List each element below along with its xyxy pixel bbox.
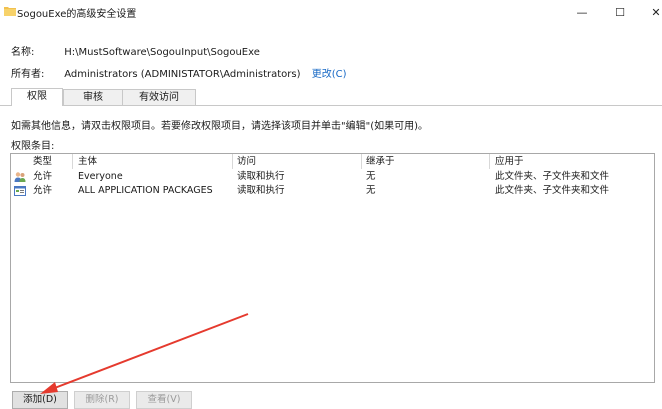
entry-principal: ALL APPLICATION PACKAGES bbox=[78, 185, 213, 196]
window-title: SogouExe的高级安全设置 bbox=[17, 9, 137, 20]
name-label: 名称: bbox=[11, 47, 35, 58]
description-text: 如需其他信息，请双击权限项目。若要修改权限项目，请选择该项目并单击"编辑"(如果… bbox=[11, 121, 429, 132]
maximize-button[interactable]: ☐ bbox=[602, 0, 638, 24]
entry-inherited-from: 无 bbox=[366, 171, 376, 182]
column-divider[interactable] bbox=[72, 154, 73, 169]
remove-button[interactable]: 删除(R) bbox=[74, 391, 130, 409]
tab-permissions[interactable]: 权限 bbox=[11, 88, 63, 106]
column-divider[interactable] bbox=[489, 154, 490, 169]
table-row[interactable]: 允许 ALL APPLICATION PACKAGES 读取和执行 无 此文件夹… bbox=[11, 184, 654, 198]
column-header-principal[interactable]: 主体 bbox=[78, 154, 97, 169]
entry-type: 允许 bbox=[33, 185, 53, 196]
column-header-applies-to[interactable]: 应用于 bbox=[495, 154, 524, 169]
entry-principal: Everyone bbox=[78, 171, 123, 182]
owner-row: 所有者: Administrators (ADMINISTATOR\Admini… bbox=[11, 65, 347, 80]
entry-access: 读取和执行 bbox=[237, 185, 285, 196]
folder-icon bbox=[4, 7, 16, 16]
minimize-button[interactable]: — bbox=[564, 0, 600, 24]
owner-value: Administrators (ADMINISTATOR\Administrat… bbox=[64, 69, 301, 80]
app-packages-icon bbox=[14, 186, 26, 196]
column-divider[interactable] bbox=[361, 154, 362, 169]
name-row: 名称: H:\MustSoftware\SogouInput\SogouExe bbox=[11, 43, 260, 58]
entry-access: 读取和执行 bbox=[237, 171, 285, 182]
title-bar: SogouExe的高级安全设置 — ☐ ✕ bbox=[0, 0, 662, 24]
name-value: H:\MustSoftware\SogouInput\SogouExe bbox=[64, 47, 260, 58]
table-row[interactable]: 允许 Everyone 读取和执行 无 此文件夹、子文件夹和文件 bbox=[11, 170, 654, 184]
change-owner-link[interactable]: 更改(C) bbox=[312, 69, 347, 80]
view-button[interactable]: 查看(V) bbox=[136, 391, 192, 409]
users-icon bbox=[14, 172, 26, 182]
tab-auditing[interactable]: 审核 bbox=[63, 89, 123, 105]
entry-inherited-from: 无 bbox=[366, 185, 376, 196]
add-button[interactable]: 添加(D) bbox=[12, 391, 68, 409]
entry-applies-to: 此文件夹、子文件夹和文件 bbox=[495, 171, 610, 182]
column-header-type[interactable]: 类型 bbox=[33, 154, 52, 169]
permission-entries-list[interactable]: 类型 主体 访问 继承于 应用于 允许 Everyone 读取和执行 无 此文件… bbox=[10, 153, 655, 383]
tab-effective-access[interactable]: 有效访问 bbox=[122, 89, 196, 105]
owner-label: 所有者: bbox=[11, 69, 45, 80]
column-header-inherited[interactable]: 继承于 bbox=[366, 154, 395, 169]
column-header-access[interactable]: 访问 bbox=[237, 154, 256, 169]
entry-type: 允许 bbox=[33, 171, 53, 182]
close-button[interactable]: ✕ bbox=[638, 0, 662, 24]
entry-applies-to: 此文件夹、子文件夹和文件 bbox=[495, 185, 610, 196]
column-divider[interactable] bbox=[232, 154, 233, 169]
entries-label: 权限条目: bbox=[11, 141, 55, 152]
